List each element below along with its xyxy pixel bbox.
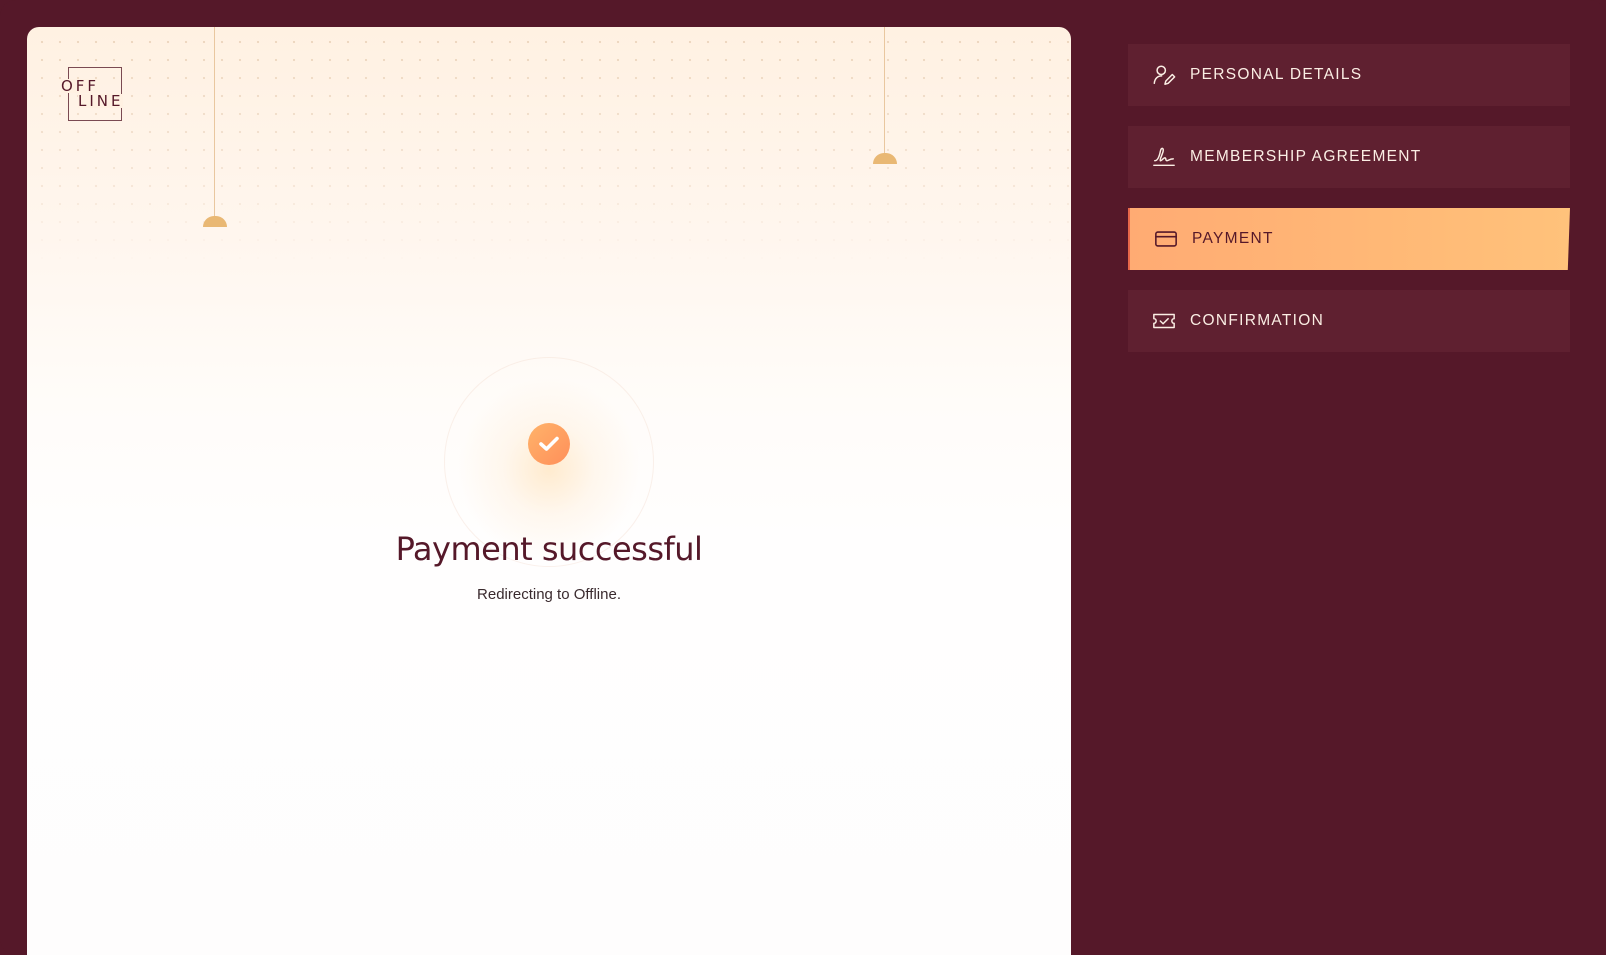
step-payment[interactable]: PAYMENT (1128, 208, 1570, 270)
step-personal-details[interactable]: PERSONAL DETAILS (1128, 44, 1570, 106)
step-label: CONFIRMATION (1190, 312, 1325, 329)
step-confirmation[interactable]: CONFIRMATION (1128, 290, 1570, 352)
content-panel: OFF LINE Payment successful Redirecting … (27, 27, 1071, 955)
hanging-lamp-right (873, 27, 897, 167)
status-title: Payment successful (395, 530, 703, 568)
logo-line-1: OFF (61, 77, 101, 95)
step-label: PAYMENT (1192, 230, 1274, 247)
offline-logo[interactable]: OFF LINE (61, 67, 124, 123)
hanging-lamp-left (203, 27, 227, 227)
step-label: MEMBERSHIP AGREEMENT (1190, 148, 1422, 165)
signature-icon (1152, 145, 1176, 169)
app-frame: OFF LINE Payment successful Redirecting … (0, 0, 1606, 955)
user-edit-icon (1152, 63, 1176, 87)
logo-line-2: LINE (78, 92, 124, 110)
credit-card-icon (1154, 227, 1178, 251)
dot-pattern-background (27, 27, 1071, 267)
check-circle-icon (528, 423, 570, 465)
checkout-steps-nav: PERSONAL DETAILS MEMBERSHIP AGREEMENT PA… (1128, 44, 1570, 372)
payment-success-section: Payment successful Redirecting to Offlin… (27, 357, 1071, 617)
step-label: PERSONAL DETAILS (1190, 66, 1363, 83)
step-membership-agreement[interactable]: MEMBERSHIP AGREEMENT (1128, 126, 1570, 188)
status-subtitle: Redirecting to Offline. (477, 586, 621, 603)
ticket-check-icon (1152, 309, 1176, 333)
